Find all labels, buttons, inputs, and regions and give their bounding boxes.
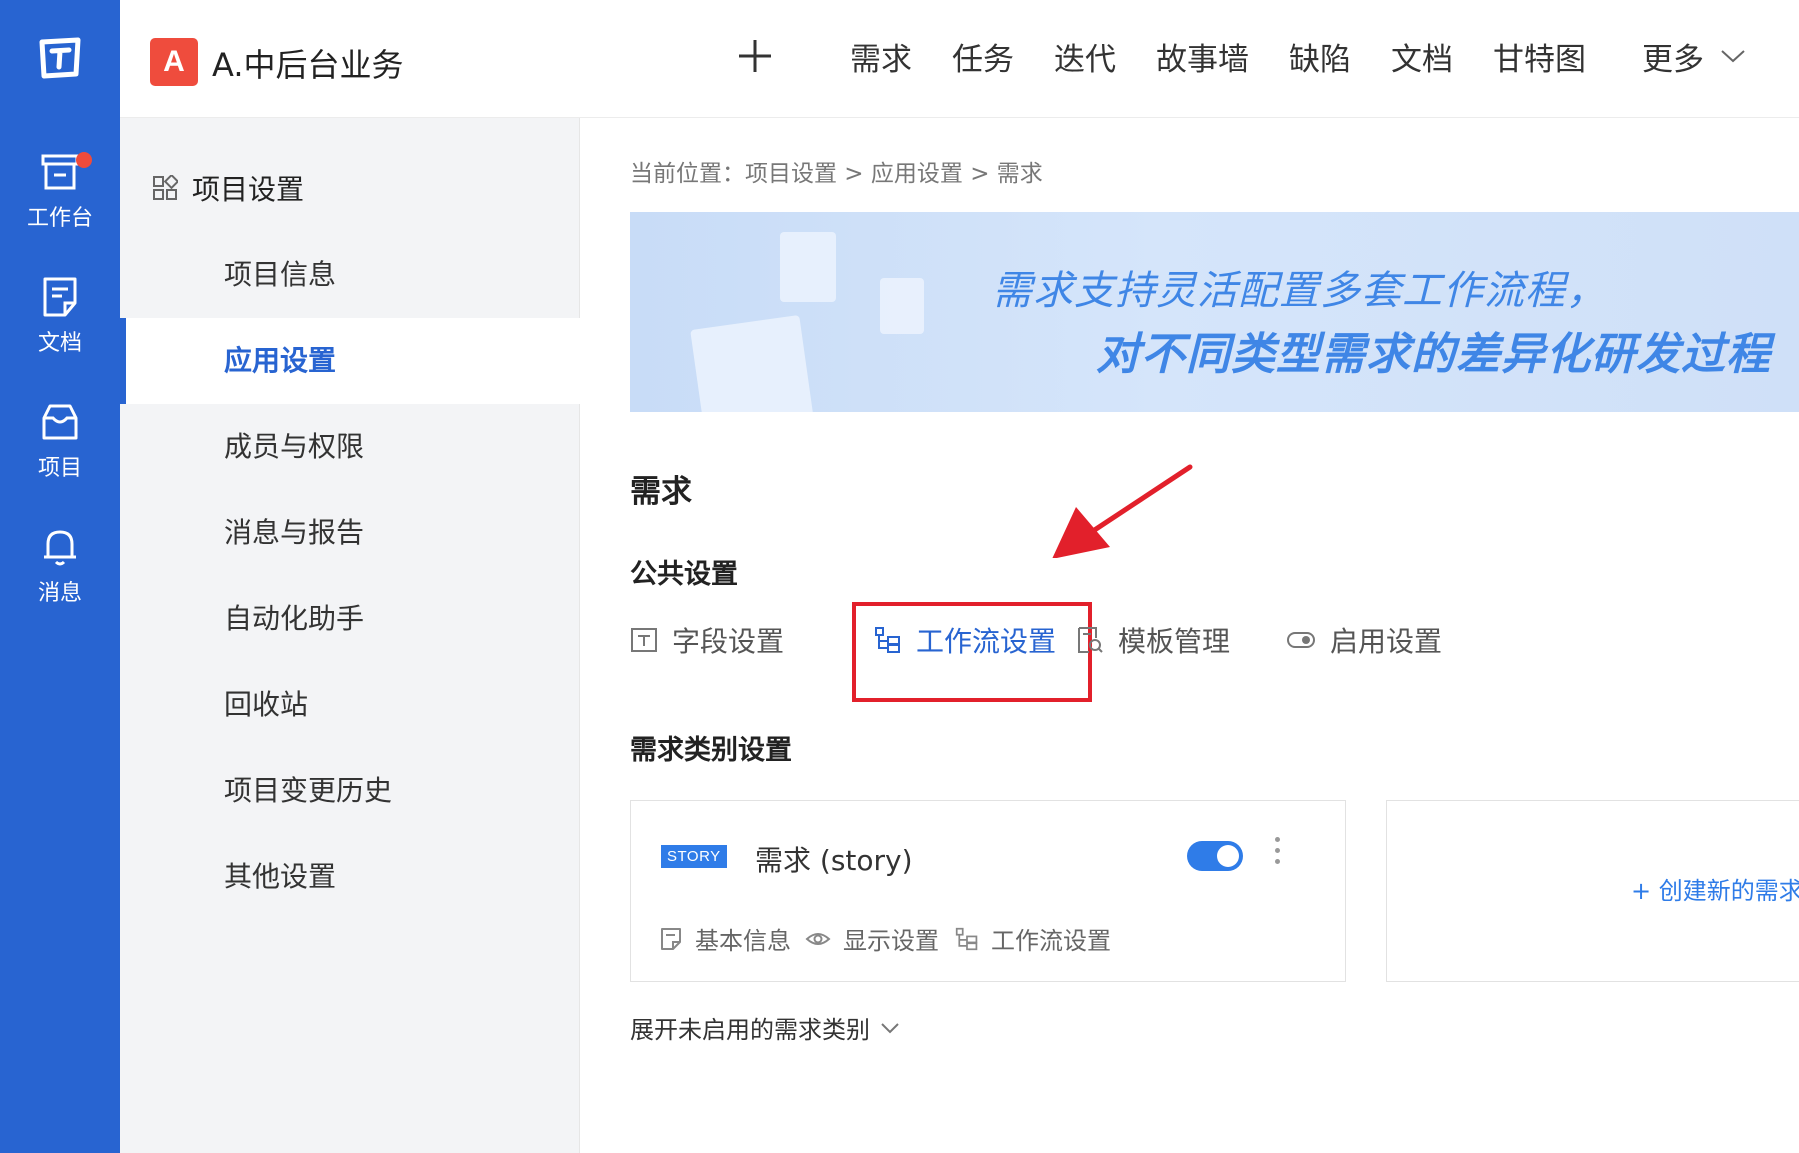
nav-requirements[interactable]: 需求 [850,34,912,78]
template-management-link[interactable]: 模板管理 [1076,620,1230,660]
nav-gantt[interactable]: 甘特图 [1493,34,1586,78]
chevron-down-icon [1721,50,1745,63]
nav-docs[interactable]: 文档 [1391,34,1453,78]
nav-bugs[interactable]: 缺陷 [1289,34,1351,78]
field-settings-icon [631,628,657,652]
category-card-story: STORY 需求 (story) 基本信息 显示设置 工作流设置 [630,800,1346,982]
display-settings-link[interactable]: 显示设置 [805,921,939,956]
rail-item-messages[interactable]: 消息 [0,525,120,635]
rail-item-workbench[interactable]: 工作台 [0,150,120,260]
pointer-arrow-annotation [1052,464,1193,558]
nav-more-label: 更多 [1642,41,1704,78]
top-header: A A.中后台业务 需求 任务 迭代 故事墙 缺陷 文档 甘特图 更多 [120,0,1799,118]
info-banner: 需求支持灵活配置多套工作流程， 对不同类型需求的差异化研发过程 [630,212,1799,412]
bell-icon [44,530,76,566]
sidebar-title-label: 项目设置 [192,173,305,206]
sidebar-item-messages[interactable]: 消息与报告 [120,490,580,576]
app-window: { "rail": { "items": [ {"label": "工作台", … [0,0,1799,1153]
sidebar-item-other[interactable]: 其他设置 [120,834,580,920]
story-tag: STORY [661,845,727,868]
nav-iterations[interactable]: 迭代 [1054,34,1116,78]
template-icon [1078,627,1103,653]
enable-settings-label: 启用设置 [1330,625,1443,658]
rail-item-label: 文档 [37,331,82,356]
field-settings-link[interactable]: 字段设置 [630,620,784,660]
workflow-icon [955,927,978,950]
app-logo-icon[interactable] [36,34,84,82]
basic-info-label: 基本信息 [695,927,791,955]
enable-toggle[interactable] [1187,841,1243,871]
sidebar-item-automation[interactable]: 自动化助手 [120,576,580,662]
sidebar-title: 项目设置 [152,168,304,208]
display-settings-label: 显示设置 [843,927,939,955]
expand-label: 展开未启用的需求类别 [630,1016,870,1044]
toggle-knob [1217,845,1239,867]
sidebar-item-app-settings[interactable]: 应用设置 [120,318,580,404]
rail-item-label: 项目 [37,456,82,481]
banner-doc-illustration [690,314,816,412]
chevron-down-icon [881,1022,899,1033]
category-title: 需求 (story) [755,844,913,877]
create-category-card[interactable]: + 创建新的需求 [1386,800,1799,982]
rail-item-project[interactable]: 项目 [0,400,120,510]
project-badge[interactable]: A [150,38,198,86]
settings-sidebar: 项目设置 项目信息 应用设置 成员与权限 消息与报告 自动化助手 回收站 项目变… [120,118,580,1153]
more-options-icon[interactable] [1271,837,1283,873]
sidebar-item-history[interactable]: 项目变更历史 [120,748,580,834]
add-button[interactable] [730,30,780,80]
highlight-box [852,602,1092,702]
main-content: 当前位置：项目设置 > 应用设置 > 需求 需求支持灵活配置多套工作流程， 对不… [580,118,1799,1153]
enable-settings-link[interactable]: 启用设置 [1286,620,1442,660]
banner-doc-illustration [880,278,924,334]
nav-tasks[interactable]: 任务 [952,34,1014,78]
top-nav: 需求 任务 迭代 故事墙 缺陷 文档 甘特图 更多 [850,34,1786,78]
project-inbox-icon [42,404,78,440]
basic-info-link[interactable]: 基本信息 [659,921,791,956]
rail-item-label: 工作台 [26,206,93,231]
toggle-icon [1287,632,1315,648]
sidebar-item-members[interactable]: 成员与权限 [120,404,580,490]
nav-story-wall[interactable]: 故事墙 [1156,34,1249,78]
rail-item-label: 消息 [37,581,82,606]
banner-doc-illustration [780,232,836,302]
basic-info-icon [661,927,681,950]
banner-line-2: 对不同类型需求的差异化研发过程 [1096,329,1771,380]
app-rail: 工作台 文档 项目 消息 [0,0,120,1153]
nav-more[interactable]: 更多 [1642,34,1746,78]
rail-item-docs[interactable]: 文档 [0,275,120,385]
project-name[interactable]: A.中后台业务 [212,40,404,86]
sidebar-item-project-info[interactable]: 项目信息 [120,232,580,318]
grid-icon [153,175,178,200]
template-management-label: 模板管理 [1118,625,1231,658]
banner-line-1: 需求支持灵活配置多套工作流程， [992,268,1607,314]
create-category-label: + 创建新的需求 [1631,877,1799,905]
breadcrumb: 当前位置：项目设置 > 应用设置 > 需求 [630,161,1043,187]
card-workflow-settings-label: 工作流设置 [991,927,1111,955]
field-settings-label: 字段设置 [672,625,785,658]
expand-disabled-categories[interactable]: 展开未启用的需求类别 [630,1010,900,1045]
section-title: 需求 [630,474,692,510]
sidebar-item-recycle-bin[interactable]: 回收站 [120,662,580,748]
card-workflow-settings-link[interactable]: 工作流设置 [955,921,1111,956]
notification-badge [76,152,92,168]
public-settings-title: 公共设置 [630,559,738,590]
eye-icon [805,932,831,945]
category-settings-title: 需求类别设置 [630,735,792,766]
document-icon [43,277,77,317]
